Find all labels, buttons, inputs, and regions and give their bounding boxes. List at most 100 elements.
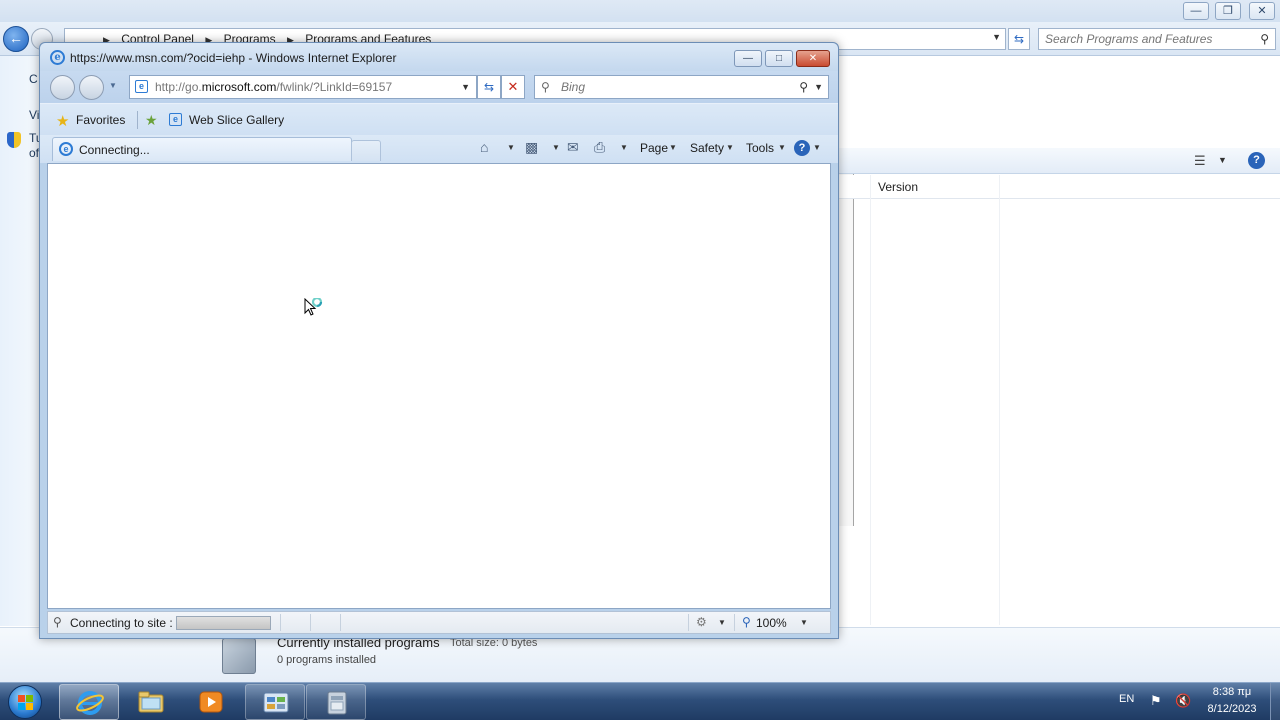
clock-time[interactable]: 8:38 πμ (1196, 686, 1268, 698)
chevron-down-icon[interactable]: ▼ (778, 143, 786, 152)
minimize-icon: — (743, 53, 753, 64)
new-tab-button[interactable] (351, 140, 381, 161)
action-center-flag-icon[interactable]: ⚑ (1150, 693, 1162, 709)
chevron-down-icon[interactable]: ▼ (669, 143, 677, 152)
read-mail-icon[interactable]: ✉ (567, 139, 579, 156)
programs-features-icon (327, 691, 347, 715)
chevron-down-icon[interactable]: ▼ (814, 82, 823, 92)
ie-search-input[interactable] (561, 80, 761, 94)
ie-titlebar[interactable]: e https://www.msn.com/?ocid=iehp - Windo… (40, 43, 838, 71)
status-text: Connecting to site : (70, 616, 173, 630)
view-options-icon[interactable]: ☰ (1194, 153, 1206, 169)
installed-programs-icon (222, 638, 256, 674)
cp-left-pane: C Vi Tu of (0, 56, 43, 626)
back-arrow-icon: ← (9, 30, 23, 46)
divider (280, 614, 281, 631)
help-icon[interactable]: ? (794, 140, 810, 156)
search-icon: ⚲ (53, 615, 62, 629)
chevron-down-icon[interactable]: ▼ (1218, 155, 1227, 165)
feeds-icon[interactable]: ▩ (525, 139, 538, 156)
window-title: https://www.msn.com/?ocid=iehp - Windows… (70, 51, 397, 65)
divider (734, 614, 735, 631)
home-icon[interactable]: ⌂ (480, 139, 488, 155)
clock-date[interactable]: 8/12/2023 (1196, 703, 1268, 715)
column-divider[interactable] (870, 175, 871, 625)
column-divider[interactable] (999, 175, 1000, 625)
ie-logo-icon: e (59, 142, 73, 156)
taskbar-media-player[interactable] (181, 684, 241, 720)
ie-command-bar: e Connecting... ⌂ ▼ ▩ ▼ ✉ ⎙ ▼ Page ▼ Saf… (40, 135, 838, 163)
chevron-down-icon[interactable]: ▼ (620, 143, 628, 152)
cp-list-edge (838, 153, 854, 526)
left-pane-link-fragment[interactable]: of (29, 146, 39, 160)
ie-close-button[interactable]: ✕ (796, 50, 830, 67)
search-go-icon[interactable]: ⚲ (799, 80, 808, 94)
cp-close-button[interactable]: ✕ (1249, 2, 1275, 20)
windows-logo-icon (18, 695, 33, 710)
chevron-down-icon[interactable]: ▼ (992, 32, 1001, 42)
recent-pages-dropdown-icon[interactable]: ▼ (109, 81, 117, 90)
tools-menu-button[interactable]: Tools (746, 141, 774, 155)
url-prefix: http://go. (155, 80, 202, 94)
cp-refresh-button[interactable]: ⇆ (1008, 28, 1030, 50)
ie-address-bar[interactable]: e http://go.microsoft.com/fwlink/?LinkId… (129, 75, 477, 99)
ie-refresh-button[interactable]: ⇆ (477, 75, 501, 99)
address-url[interactable]: http://go.microsoft.com/fwlink/?LinkId=6… (155, 80, 392, 94)
restore-icon: ❐ (1223, 5, 1233, 17)
close-icon: ✕ (1257, 5, 1267, 17)
safety-menu-button[interactable]: Safety (690, 141, 724, 155)
divider (137, 111, 138, 129)
column-header-version[interactable]: Version (878, 180, 918, 194)
divider (340, 614, 341, 631)
protected-mode-icon[interactable]: ⚙ (696, 615, 707, 629)
media-player-icon (199, 691, 223, 713)
zoom-level[interactable]: 100% (756, 616, 787, 630)
close-icon: ✕ (808, 53, 818, 64)
chevron-down-icon[interactable]: ▼ (507, 143, 515, 152)
print-icon[interactable]: ⎙ (594, 139, 605, 156)
taskbar-internet-explorer[interactable] (59, 684, 119, 720)
chevron-down-icon[interactable]: ▼ (800, 618, 808, 627)
ie-back-button[interactable] (50, 75, 75, 100)
ie-content-area[interactable] (47, 163, 831, 609)
chevron-down-icon[interactable]: ▼ (813, 143, 821, 152)
cp-minimize-button[interactable]: — (1183, 2, 1209, 20)
url-suffix: /fwlink/?LinkId=69157 (276, 80, 393, 94)
cp-search-input[interactable] (1045, 32, 1245, 46)
chevron-down-icon[interactable]: ▼ (718, 618, 726, 627)
chevron-down-icon[interactable]: ▼ (552, 143, 560, 152)
web-slice-gallery-link[interactable]: Web Slice Gallery (189, 113, 284, 127)
show-desktop-button[interactable] (1270, 683, 1280, 720)
ie-search-box[interactable]: ⚲ ⚲ ▼ (534, 75, 829, 99)
help-icon[interactable]: ? (1248, 152, 1265, 169)
details-program-count: 0 programs installed (277, 654, 377, 666)
taskbar-windows-explorer[interactable] (121, 684, 181, 720)
search-icon[interactable]: ⚲ (1260, 32, 1269, 46)
ie-forward-button[interactable] (79, 75, 104, 100)
cp-back-button[interactable]: ← (3, 26, 29, 52)
zoom-icon[interactable]: ⚲ (742, 615, 751, 629)
start-button[interactable] (8, 685, 42, 719)
cp-restore-button[interactable]: ❐ (1215, 2, 1241, 20)
cp-search-box[interactable]: ⚲ (1038, 28, 1276, 50)
control-panel-icon (263, 692, 289, 713)
taskbar-programs-features[interactable] (306, 684, 366, 720)
left-pane-link-fragment[interactable]: C (29, 72, 38, 86)
chevron-down-icon[interactable]: ▼ (461, 82, 470, 92)
internet-explorer-window: e https://www.msn.com/?ocid=iehp - Windo… (39, 42, 839, 639)
ie-maximize-button[interactable]: □ (765, 50, 793, 67)
page-menu-button[interactable]: Page (640, 141, 668, 155)
volume-muted-icon[interactable]: 🔇 (1175, 693, 1191, 709)
taskbar-control-panel[interactable] (245, 684, 305, 720)
ie-minimize-button[interactable]: — (734, 50, 762, 67)
refresh-icon: ⇆ (1013, 32, 1025, 46)
chevron-down-icon[interactable]: ▼ (726, 143, 734, 152)
add-to-favorites-bar-icon[interactable]: ★ (145, 112, 158, 129)
favorites-star-icon[interactable]: ★ (56, 112, 69, 130)
favorites-button[interactable]: Favorites (76, 113, 125, 127)
tab-connecting[interactable]: e Connecting... (52, 137, 352, 161)
ie-stop-button[interactable]: ✕ (501, 75, 525, 99)
language-indicator[interactable]: EN (1119, 693, 1134, 705)
left-pane-link-fragment[interactable]: Vi (29, 108, 39, 122)
taskbar: EN ⚑ 🔇 8:38 πμ 8/12/2023 (0, 682, 1280, 720)
